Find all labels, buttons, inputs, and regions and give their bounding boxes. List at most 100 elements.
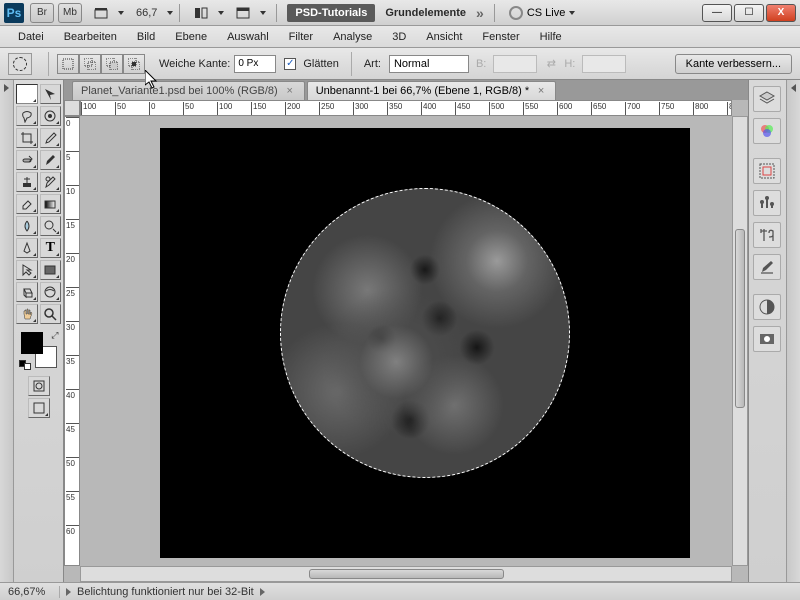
close-button[interactable]: X [766,4,796,22]
cs-live-label: CS Live [527,7,566,19]
quick-selection-tool[interactable] [40,106,62,126]
screen-mode-button[interactable] [28,398,50,418]
history-brush-tool[interactable] [40,172,62,192]
screen-mode-icon[interactable] [232,3,254,23]
default-colors-icon[interactable] [19,360,31,370]
antialias-checkbox[interactable]: ✓ [284,58,296,70]
chevron-down-icon [218,11,224,15]
selection-add-button[interactable] [79,54,101,74]
antialias-label: Glätten [303,58,338,70]
menu-3d[interactable]: 3D [382,28,416,46]
play-icon[interactable] [66,588,71,596]
lasso-tool[interactable] [16,106,38,126]
menu-bild[interactable]: Bild [127,28,165,46]
move-tool[interactable] [40,84,62,104]
arrange-documents-icon[interactable] [190,3,212,23]
blur-tool[interactable] [16,216,38,236]
quick-mask-button[interactable] [28,376,50,396]
main-menu-bar: Datei Bearbeiten Bild Ebene Auswahl Filt… [0,26,800,48]
document-tabs: Planet_Variante1.psd bei 100% (RGB/8)× U… [64,80,748,100]
minibridge-button[interactable]: Mb [58,3,82,23]
healing-brush-tool[interactable] [16,150,38,170]
menu-bearbeiten[interactable]: Bearbeiten [54,28,127,46]
foreground-color[interactable] [21,332,43,354]
eraser-tool[interactable] [16,194,38,214]
selection-new-button[interactable] [57,54,79,74]
menu-datei[interactable]: Datei [8,28,54,46]
panel-collapse-left[interactable] [0,80,14,582]
document-tab-0[interactable]: Planet_Variante1.psd bei 100% (RGB/8)× [72,81,305,100]
vertical-ruler[interactable]: 051015202530354045505560 [64,116,80,566]
canvas-viewport[interactable] [80,116,732,566]
channels-panel-icon[interactable] [753,118,781,144]
path-selection-tool[interactable] [16,260,38,280]
horizontal-scrollbar[interactable] [80,566,732,582]
menu-analyse[interactable]: Analyse [323,28,382,46]
zoom-level-label[interactable]: 66,7 [136,7,157,19]
menu-auswahl[interactable]: Auswahl [217,28,279,46]
eyedropper-tool[interactable] [40,128,62,148]
layers-panel-icon[interactable] [753,86,781,112]
character-panel-icon[interactable] [753,222,781,248]
color-swatches[interactable]: ⤢ [19,330,59,370]
marquee-tool[interactable] [16,84,38,104]
gradient-tool[interactable] [40,194,62,214]
chevron-down-icon [118,11,124,15]
workspace-grundelemente[interactable]: Grundelemente [385,7,466,19]
style-label: Art: [364,58,381,70]
rectangle-tool[interactable] [40,260,62,280]
status-message: Belichtung funktioniert nur bei 32-Bit [77,586,254,598]
close-icon[interactable]: × [284,85,296,97]
chevron-down-icon[interactable] [167,11,173,15]
document-tab-1[interactable]: Unbenannt-1 bei 66,7% (Ebene 1, RGB/8) *… [307,81,556,100]
view-extras-icon[interactable] [90,3,112,23]
adjustments-circle-icon[interactable] [753,294,781,320]
bridge-button[interactable]: Br [30,3,54,23]
masks-panel-icon[interactable] [753,326,781,352]
clone-stamp-tool[interactable] [16,172,38,192]
scrollbar-thumb[interactable] [309,569,504,579]
menu-ansicht[interactable]: Ansicht [416,28,472,46]
feather-input[interactable] [234,55,276,73]
tool-preset-picker[interactable] [8,53,32,75]
height-label: H: [564,58,575,70]
refine-edge-button[interactable]: Kante verbessern... [675,54,792,74]
ruler-origin[interactable] [64,100,80,116]
brush-tool[interactable] [40,150,62,170]
close-icon[interactable]: × [535,85,547,97]
selection-subtract-button[interactable] [101,54,123,74]
menu-fenster[interactable]: Fenster [472,28,529,46]
type-tool[interactable]: T [40,238,62,258]
hand-tool[interactable] [16,304,38,324]
zoom-tool[interactable] [40,304,62,324]
cs-live-button[interactable]: CS Live [509,6,576,20]
workspace-more-icon[interactable]: » [476,5,484,21]
navigator-panel-icon[interactable] [753,158,781,184]
menu-hilfe[interactable]: Hilfe [530,28,572,46]
status-zoom[interactable]: 66,67% [4,586,60,598]
panel-collapse-right[interactable] [786,80,800,582]
selection-intersect-button[interactable] [123,54,145,74]
crop-tool[interactable] [16,128,38,148]
menu-filter[interactable]: Filter [279,28,323,46]
dodge-tool[interactable] [40,216,62,236]
3d-rotate-tool[interactable] [16,282,38,302]
minimize-button[interactable]: — [702,4,732,22]
workspace-psd-tutorials[interactable]: PSD-Tutorials [287,4,375,22]
window-titlebar: Ps Br Mb 66,7 PSD-Tutorials Grundelement… [0,0,800,26]
swap-colors-icon[interactable]: ⤢ [51,330,58,341]
3d-camera-tool[interactable] [40,282,62,302]
vertical-scrollbar[interactable] [732,116,748,566]
tool-options-bar: Weiche Kante: ✓ Glätten Art: Normal B: ⇄… [0,48,800,80]
canvas[interactable] [160,128,690,558]
maximize-button[interactable]: ☐ [734,4,764,22]
style-select[interactable]: Normal [389,55,469,73]
pen-tool[interactable] [16,238,38,258]
scrollbar-thumb[interactable] [735,229,745,408]
brushes-panel-icon[interactable] [753,254,781,280]
horizontal-ruler[interactable]: 1005005010015020025030035040045050055060… [80,100,732,116]
play-icon[interactable] [260,588,265,596]
photoshop-app-icon: Ps [4,3,24,23]
menu-ebene[interactable]: Ebene [165,28,217,46]
adjustments-panel-icon[interactable] [753,190,781,216]
